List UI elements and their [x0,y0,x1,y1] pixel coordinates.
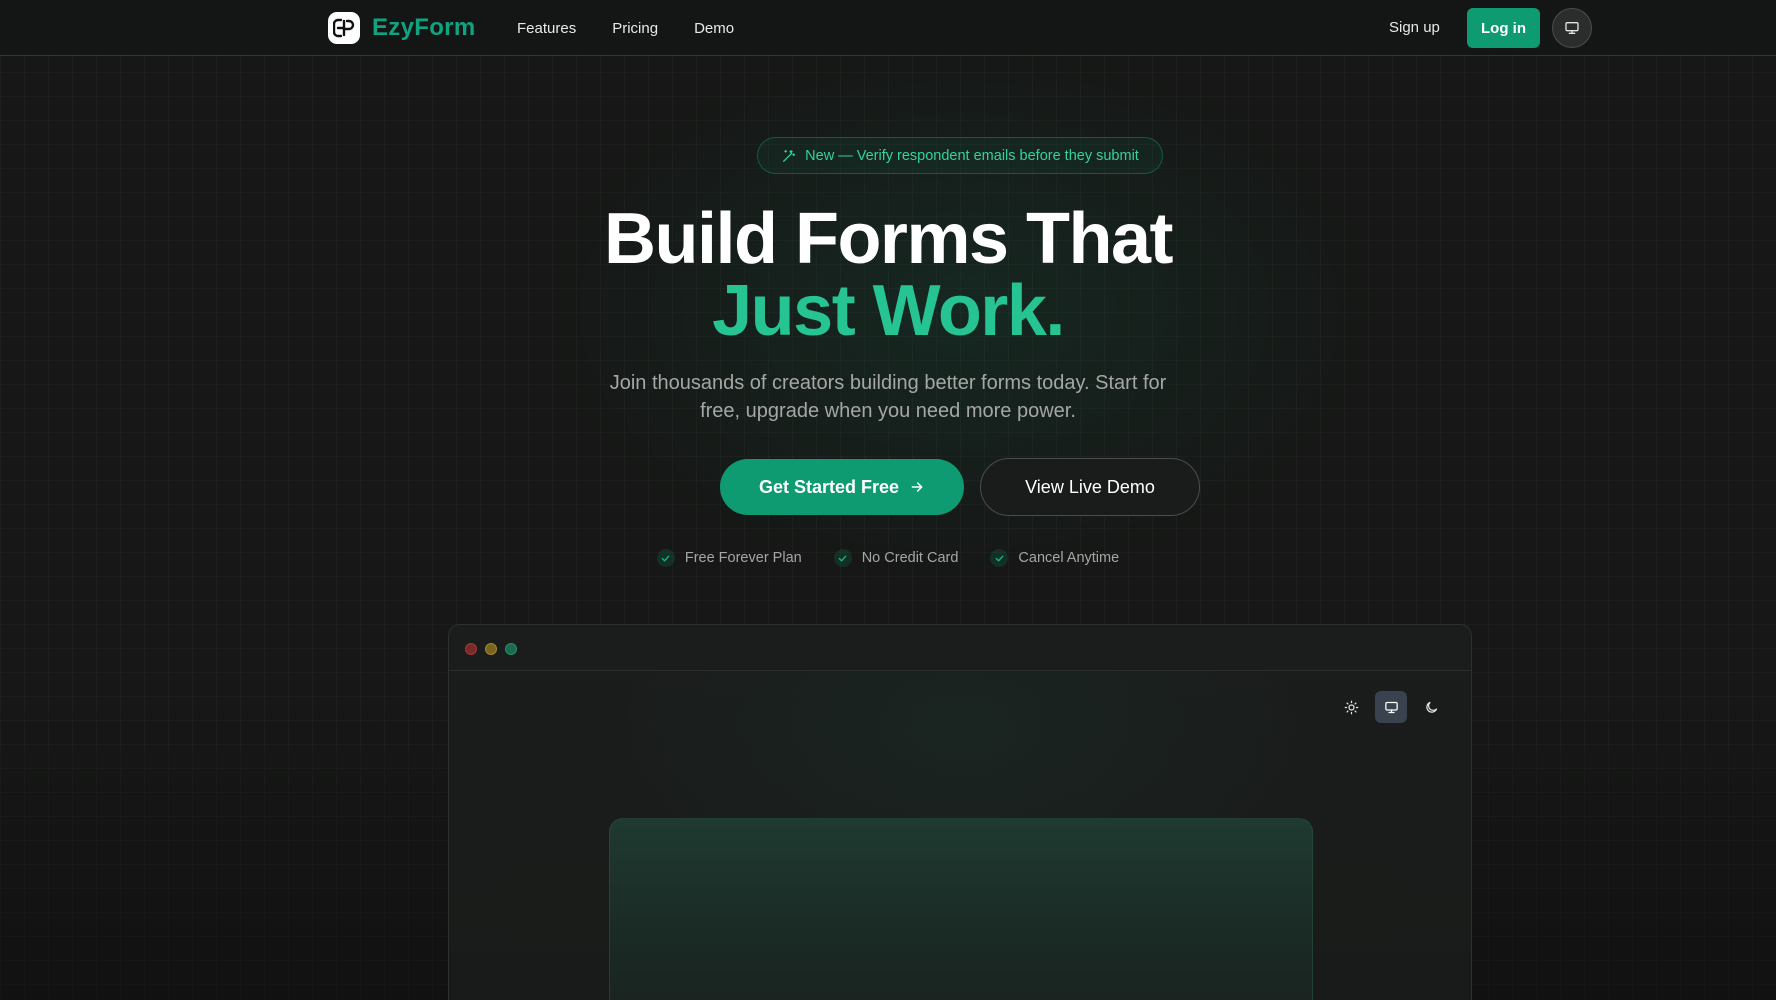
arrow-right-icon [909,479,925,495]
feature-item: Cancel Anytime [990,547,1119,569]
check-icon [833,549,852,567]
view-live-demo-button[interactable]: View Live Demo [980,458,1200,516]
feature-label: Cancel Anytime [1018,550,1120,566]
feature-label: Free Forever Plan [684,550,802,566]
theme-system-button[interactable] [1375,691,1407,723]
headline-line-1: Build Forms That [604,199,1174,279]
check-icon [990,549,1009,567]
window-maximize-dot [505,643,517,655]
feature-label: No Credit Card [861,550,959,566]
signup-link[interactable]: Sign up [1389,19,1440,36]
login-button[interactable]: Log in [1467,8,1540,48]
brand-logo-link[interactable]: EzyForm [328,12,475,44]
announcement-badge[interactable]: New — Verify respondent emails before th… [757,137,1163,174]
top-navbar: EzyForm Features Pricing Demo Sign up Lo… [0,0,1776,56]
preview-form-card [609,818,1313,1000]
feature-item: No Credit Card [833,547,959,569]
check-icon [656,549,675,567]
magic-wand-icon [781,148,797,164]
headline-line-2: Just Work. [712,271,1065,351]
monitor-icon [1564,20,1580,36]
nav-link-pricing[interactable]: Pricing [612,20,658,37]
moon-icon [1424,700,1439,715]
hero-subtext: Join thousands of creators building bett… [609,372,1167,422]
ezyform-logo-icon [328,12,360,44]
main-nav: Features Pricing Demo [517,0,734,56]
app-preview-window [448,624,1472,1000]
brand-name: EzyForm [372,14,476,41]
theme-toggle-button[interactable] [1552,8,1592,48]
theme-dark-button[interactable] [1415,691,1447,723]
nav-link-features[interactable]: Features [517,20,576,37]
feature-checklist: Free Forever Plan No Credit Card Cancel … [0,547,1776,569]
window-close-dot [465,643,477,655]
sun-icon [1344,700,1359,715]
announcement-text: New — Verify respondent emails before th… [805,147,1139,164]
monitor-icon [1384,700,1399,715]
nav-link-demo[interactable]: Demo [694,20,734,37]
get-started-label: Get Started Free [758,476,900,497]
get-started-button[interactable]: Get Started Free [720,459,964,515]
theme-switcher [1335,691,1447,723]
hero-headline: Build Forms That Just Work. [0,203,1776,347]
theme-light-button[interactable] [1335,691,1367,723]
feature-item: Free Forever Plan [656,547,802,569]
window-minimize-dot [485,643,497,655]
window-titlebar [449,625,1471,671]
window-content [449,671,1471,1000]
